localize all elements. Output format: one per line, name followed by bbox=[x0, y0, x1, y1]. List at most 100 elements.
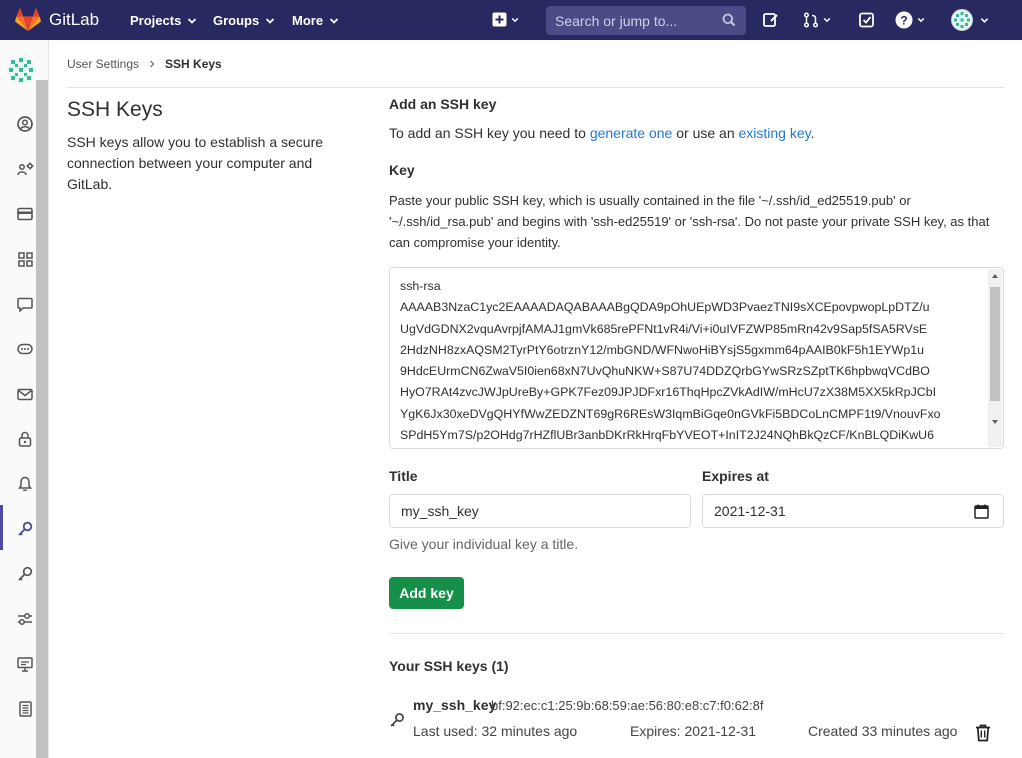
app-name: GitLab bbox=[49, 10, 100, 29]
chevron-right-icon bbox=[150, 60, 155, 68]
key-icon bbox=[18, 521, 33, 536]
merge-requests-dropdown[interactable] bbox=[803, 12, 831, 28]
expires-at-label: Expires at bbox=[702, 468, 769, 484]
lock-icon bbox=[18, 431, 32, 447]
bell-icon bbox=[18, 476, 32, 491]
add-key-button[interactable]: Add key bbox=[389, 577, 464, 609]
page-description: SSH keys allow you to establish a secure… bbox=[67, 134, 324, 192]
credit-card-icon bbox=[17, 207, 33, 221]
nav-more-dropdown[interactable]: More bbox=[292, 13, 339, 28]
scrollbar-thumb[interactable] bbox=[990, 287, 1000, 401]
breadcrumb-user-settings-link[interactable]: User Settings bbox=[67, 57, 139, 71]
sidebar-item-ssh-keys[interactable] bbox=[16, 520, 34, 538]
merge-request-icon bbox=[803, 12, 819, 28]
gitlab-logo-link[interactable]: GitLab bbox=[15, 8, 99, 32]
breadcrumb-current[interactable]: SSH Keys bbox=[165, 57, 222, 71]
sidebar-item-profile[interactable] bbox=[16, 115, 34, 133]
user-circle-icon bbox=[17, 116, 33, 132]
plus-square-icon bbox=[492, 12, 507, 27]
search-input[interactable]: Search or jump to... bbox=[546, 6, 746, 35]
breadcrumb: User Settings SSH Keys bbox=[67, 57, 222, 71]
key-textarea[interactable]: ssh-rsa AAAAB3NzaC1yc2EAAAADAQABAAABgQDA… bbox=[389, 267, 1004, 449]
user-menu-dropdown[interactable] bbox=[951, 9, 989, 31]
divider bbox=[389, 633, 1004, 634]
title-input-value: my_ssh_key bbox=[401, 503, 479, 519]
todos-button[interactable] bbox=[859, 12, 875, 28]
key-line: AAAAB3NzaC1yc2EAAAADAQABAAABgQDA9pOhUEpW… bbox=[400, 300, 930, 315]
top-navbar: GitLab Projects Groups More Search or ju… bbox=[0, 0, 1022, 40]
preferences-sliders-icon bbox=[18, 613, 32, 625]
user-avatar-icon bbox=[951, 9, 973, 31]
settings-sidebar bbox=[0, 40, 49, 758]
key-icon bbox=[390, 713, 404, 727]
nav-groups-label: Groups bbox=[213, 13, 260, 28]
search-placeholder: Search or jump to... bbox=[555, 12, 678, 29]
scroll-down-arrow-icon bbox=[992, 420, 998, 424]
help-circle-icon: ? bbox=[895, 11, 913, 29]
comment-icon bbox=[17, 297, 33, 312]
intro-text: To add an SSH key you need to bbox=[389, 125, 590, 141]
add-ssh-key-intro: To add an SSH key you need to generate o… bbox=[389, 125, 815, 141]
gitlab-tanuki-icon bbox=[15, 8, 41, 31]
document-list-icon bbox=[18, 701, 32, 717]
textarea-scrollbar[interactable] bbox=[988, 269, 1002, 447]
chevron-down-icon bbox=[917, 17, 925, 23]
sidebar-item-access-tokens[interactable] bbox=[16, 340, 34, 358]
sidebar-item-emails[interactable] bbox=[16, 385, 34, 403]
intro-text: . bbox=[810, 125, 815, 141]
divider bbox=[67, 87, 1004, 88]
your-ssh-keys-heading: Your SSH keys (1) bbox=[389, 658, 509, 674]
token-icon bbox=[17, 343, 33, 355]
add-ssh-key-heading: Add an SSH key bbox=[389, 96, 497, 112]
nav-projects-label: Projects bbox=[130, 13, 182, 28]
intro-text: or use an bbox=[672, 125, 739, 141]
title-input[interactable]: my_ssh_key bbox=[389, 494, 691, 528]
identicon-avatar-icon bbox=[7, 56, 35, 84]
sidebar-item-applications[interactable] bbox=[16, 250, 34, 268]
new-item-dropdown[interactable] bbox=[492, 12, 519, 27]
sidebar-avatar[interactable] bbox=[7, 52, 35, 91]
sidebar-item-authentication-log[interactable] bbox=[16, 700, 34, 718]
sidebar-item-billing[interactable] bbox=[16, 205, 34, 223]
nav-groups-dropdown[interactable]: Groups bbox=[213, 13, 275, 28]
sidebar-item-active-sessions[interactable] bbox=[16, 655, 34, 673]
ssh-key-created: Created 33 minutes ago bbox=[808, 723, 958, 739]
key-line: 2HdzNH8zxAQSM2TyrPtY6otrznY12/mbGND/WFNw… bbox=[400, 342, 925, 357]
chevron-down-icon bbox=[266, 17, 275, 24]
calendar-icon[interactable] bbox=[974, 504, 989, 519]
help-dropdown[interactable]: ? bbox=[895, 11, 925, 29]
sidebar-item-preferences[interactable] bbox=[16, 610, 34, 628]
key-help-text: Paste your public SSH key, which is usua… bbox=[389, 193, 990, 250]
chevron-down-icon bbox=[980, 17, 989, 23]
user-gear-icon bbox=[16, 162, 33, 176]
nav-projects-dropdown[interactable]: Projects bbox=[130, 13, 197, 28]
ssh-key-title-link[interactable]: my_ssh_key bbox=[413, 697, 496, 713]
page-title: SSH Keys bbox=[67, 98, 163, 121]
sidebar-scrollbar[interactable] bbox=[36, 80, 48, 758]
existing-key-link[interactable]: existing key bbox=[739, 125, 811, 141]
title-hint: Give your individual key a title. bbox=[389, 536, 579, 552]
snippets-button[interactable] bbox=[763, 12, 779, 28]
svg-text:?: ? bbox=[900, 14, 907, 28]
ssh-key-last-used: Last used: 32 minutes ago bbox=[413, 723, 578, 739]
key-line: SPdH5Ym7S/p2OHdg7rHZflUBr3anbDKrRkHrqFbY… bbox=[400, 428, 935, 443]
generate-one-link[interactable]: generate one bbox=[590, 125, 673, 141]
chevron-down-icon bbox=[188, 17, 197, 24]
ssh-key-fingerprint: bf:92:ec:c1:25:9b:68:59:ae:56:80:e8:c7:f… bbox=[491, 698, 764, 713]
sidebar-item-password[interactable] bbox=[16, 430, 34, 448]
sidebar-item-notifications[interactable] bbox=[16, 475, 34, 493]
envelope-icon bbox=[17, 388, 33, 400]
expires-at-date-input[interactable]: 2021-12-31 bbox=[702, 494, 1004, 528]
pencil-square-icon bbox=[763, 13, 778, 27]
chevron-down-icon bbox=[329, 17, 339, 24]
monitor-icon bbox=[17, 656, 33, 672]
search-icon bbox=[722, 13, 736, 27]
sidebar-item-chat[interactable] bbox=[16, 295, 34, 313]
sidebar-active-indicator bbox=[0, 505, 3, 550]
key-textarea-content: ssh-rsa AAAAB3NzaC1yc2EAAAADAQABAAABgQDA… bbox=[400, 276, 985, 446]
sidebar-item-account[interactable] bbox=[16, 160, 34, 178]
trash-icon[interactable] bbox=[975, 724, 991, 742]
scroll-up-arrow-icon bbox=[992, 274, 998, 278]
sidebar-item-gpg-keys[interactable] bbox=[16, 565, 34, 583]
key-label: Key bbox=[389, 162, 415, 178]
